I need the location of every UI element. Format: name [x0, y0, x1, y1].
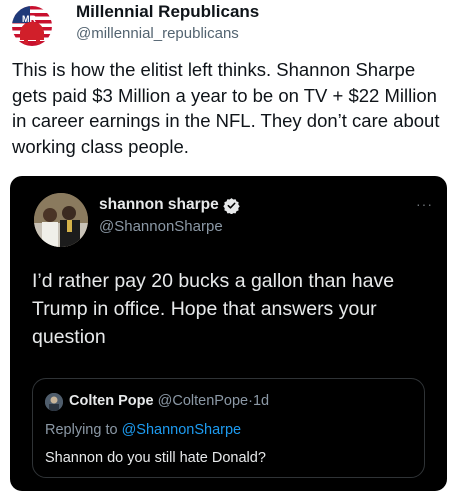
quoted-author-handle[interactable]: @ColtenPope [158, 393, 249, 409]
embedded-author-name[interactable]: shannon sharpe [99, 196, 240, 214]
author-display-name[interactable]: Millennial Republicans [76, 2, 259, 22]
avatar-logo-text: MR [22, 14, 36, 24]
embedded-tweet-card[interactable]: shannon sharpe @ShannonSharpe ··· I’d ra… [10, 176, 447, 491]
verified-badge-icon [223, 197, 240, 214]
tweet-text: This is how the elitist left thinks. Sha… [12, 59, 440, 157]
embedded-tweet-text: I’d rather pay 20 bucks a gallon than ha… [32, 270, 395, 348]
embedded-author-name-text[interactable]: shannon sharpe [99, 196, 219, 214]
millennial-republicans-avatar[interactable]: MR [12, 6, 52, 46]
quoted-tweet-text: Shannon do you still hate Donald? [45, 450, 266, 466]
embedded-author-handle[interactable]: @ShannonSharpe [99, 218, 223, 235]
colten-pope-avatar[interactable] [45, 393, 63, 411]
shannon-sharpe-avatar[interactable] [34, 193, 88, 247]
quoted-tweet-header: Colten Pope @ColtenPope·1d [69, 393, 269, 409]
replying-to-link[interactable]: @ShannonSharpe [122, 422, 242, 438]
author-handle[interactable]: @millennial_republicans [76, 25, 239, 42]
ellipsis-icon[interactable]: ··· [416, 196, 433, 212]
quoted-tweet-card[interactable]: Colten Pope @ColtenPope·1d Replying to @… [32, 378, 425, 478]
quoted-author-name[interactable]: Colten Pope [69, 393, 154, 409]
replying-prefix: Replying to [45, 422, 118, 438]
replying-to-line: Replying to @ShannonSharpe [45, 422, 241, 438]
quoted-timestamp[interactable]: 1d [253, 393, 269, 409]
